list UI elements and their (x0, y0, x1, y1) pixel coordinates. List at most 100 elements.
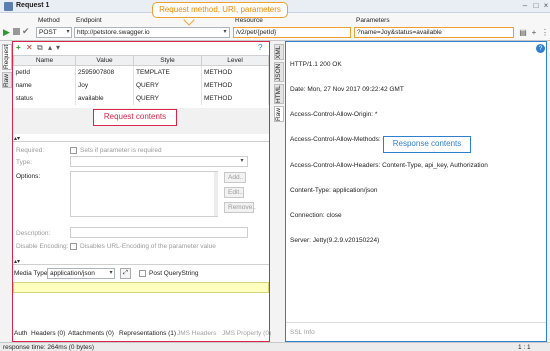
param-name[interactable]: status (13, 91, 76, 105)
divider (13, 264, 269, 265)
response-line: Access-Control-Allow-Origin: * (290, 111, 378, 119)
column-header[interactable]: Style (133, 55, 202, 66)
param-name[interactable]: petId (13, 65, 76, 79)
params-table: Name Value Style Level petId 2595907808 … (13, 55, 269, 105)
endpoint-field[interactable]: http://petstore.swagger.io (74, 27, 230, 38)
table-row[interactable]: petId 2595907808 TEMPLATE METHOD (13, 65, 269, 79)
move-up-icon[interactable]: ▴ (48, 42, 52, 53)
param-style[interactable]: TEMPLATE (133, 65, 202, 79)
response-time: response time: 264ms (0 bytes) (3, 344, 95, 351)
disable-encoding-checkbox-label: Disables URL-Encoding of the parameter v… (80, 243, 216, 250)
chevron-down-icon[interactable]: ▾ (238, 157, 246, 166)
tab-xml[interactable]: XML (274, 44, 284, 60)
more-icon[interactable]: ⋮ (540, 28, 550, 38)
tab-request[interactable]: Request (2, 44, 12, 70)
tab-html[interactable]: HTML (274, 84, 284, 104)
move-down-icon[interactable]: ▾ (56, 42, 60, 53)
help-icon[interactable]: ? (258, 42, 262, 53)
auth-check-icon[interactable]: ✔ (22, 26, 30, 37)
post-querystring-label: Post QueryString (149, 270, 199, 277)
tab-jms-property[interactable]: JMS Property (0) (222, 330, 271, 337)
status-bar: response time: 264ms (0 bytes) 1 : 1 (0, 342, 550, 351)
disable-encoding-checkbox[interactable] (70, 243, 77, 250)
resource-field[interactable]: /v2/pet/{petId} (233, 27, 351, 38)
response-line: Date: Mon, 27 Nov 2017 09:22:42 GMT (290, 86, 404, 94)
tab-raw-request[interactable]: Raw (2, 72, 12, 88)
format-icon[interactable]: ⤢ (120, 268, 131, 279)
column-header[interactable]: Value (75, 55, 134, 66)
remove-param-icon[interactable]: ✕ (26, 42, 33, 53)
tab-jms-headers[interactable]: JMS Headers (177, 330, 216, 337)
param-level[interactable]: METHOD (201, 65, 269, 79)
edit-option-button[interactable]: Edit.. (224, 187, 244, 198)
param-value[interactable]: 2595907808 (75, 65, 134, 79)
layout-icon[interactable]: ▤ (518, 28, 528, 38)
callout-request-contents: Request contents (93, 109, 177, 126)
add-icon[interactable]: + (529, 28, 539, 38)
options-scrollbar[interactable] (214, 172, 218, 216)
chevron-down-icon[interactable]: ▾ (221, 28, 229, 37)
table-header-row: Name Value Style Level (13, 55, 269, 66)
window-title: Request 1 (16, 2, 50, 9)
divider (286, 322, 546, 323)
response-line: Server: Jetty(9.2.9.v20150224) (290, 237, 380, 245)
required-label: Required: (16, 147, 45, 154)
tab-raw-response[interactable]: Raw (274, 106, 284, 122)
add-param-icon[interactable]: + (16, 42, 21, 53)
param-value[interactable]: Joy (75, 78, 134, 92)
callout-response-contents: Response contents (383, 136, 471, 153)
tab-ssl-info[interactable]: SSL Info (290, 329, 315, 336)
type-label: Type: (16, 159, 32, 166)
required-checkbox-label: Sets if parameter is required (80, 147, 162, 154)
run-icon[interactable]: ▶ (3, 27, 10, 38)
media-type-label: Media Type (14, 270, 48, 277)
description-field[interactable] (70, 227, 248, 238)
media-type-select[interactable]: application/json (47, 268, 115, 279)
tab-representations[interactable]: Representations (1) (119, 330, 176, 337)
param-value[interactable]: available (75, 91, 134, 105)
callout-request-line: Request method, URI, parameters (152, 2, 288, 18)
param-name[interactable]: name (13, 78, 76, 92)
resource-label: Resource (235, 17, 263, 24)
method-label: Method (38, 17, 60, 24)
params-toolbar: + ✕ ⧉ ▴ ▾ ? (14, 42, 268, 53)
remove-option-button[interactable]: Remove.. (224, 202, 256, 213)
endpoint-label: Endpoint (76, 17, 102, 24)
divider (13, 141, 269, 142)
tab-json[interactable]: JSON (274, 62, 284, 82)
tab-auth[interactable]: Auth (14, 330, 27, 337)
param-level[interactable]: METHOD (201, 91, 269, 105)
parameters-label: Parameters (356, 17, 390, 24)
table-row[interactable]: status available QUERY METHOD (13, 91, 269, 105)
chevron-down-icon[interactable]: ▾ (64, 28, 72, 37)
help-icon[interactable]: ? (536, 44, 545, 53)
disable-encoding-label: Disable Encoding: (16, 243, 69, 250)
tab-attachments[interactable]: Attachments (0) (68, 330, 114, 337)
close-icon[interactable]: × (541, 1, 550, 11)
response-line: HTTP/1.1 200 OK (290, 60, 342, 68)
response-line: Connection: close (290, 212, 342, 220)
maximize-icon[interactable]: □ (531, 1, 541, 11)
description-label: Description: (16, 230, 51, 237)
chevron-down-icon[interactable]: ▾ (107, 269, 115, 278)
add-option-button[interactable]: Add.. (224, 172, 246, 183)
param-level[interactable]: METHOD (201, 78, 269, 92)
type-select[interactable] (70, 156, 248, 167)
column-header[interactable]: Name (13, 55, 76, 66)
required-checkbox[interactable] (70, 147, 77, 154)
response-line: Access-Control-Allow-Headers: Content-Ty… (290, 161, 488, 169)
minimize-icon[interactable]: – (520, 1, 530, 11)
options-label: Options: (16, 173, 41, 180)
post-querystring-checkbox[interactable] (139, 270, 146, 277)
param-style[interactable]: QUERY (133, 78, 202, 92)
param-style[interactable]: QUERY (133, 91, 202, 105)
copy-icon[interactable]: ⧉ (37, 42, 43, 53)
table-row[interactable]: name Joy QUERY METHOD (13, 78, 269, 92)
options-list[interactable] (70, 171, 218, 217)
column-header[interactable]: Level (201, 55, 269, 66)
parameters-field[interactable]: ?name=Joy&status=available (354, 27, 514, 38)
cursor-position: 1 : 1 (518, 344, 531, 351)
stop-icon[interactable] (13, 28, 20, 35)
request-body-editor[interactable] (13, 282, 269, 293)
tab-headers[interactable]: Headers (0) (31, 330, 65, 337)
